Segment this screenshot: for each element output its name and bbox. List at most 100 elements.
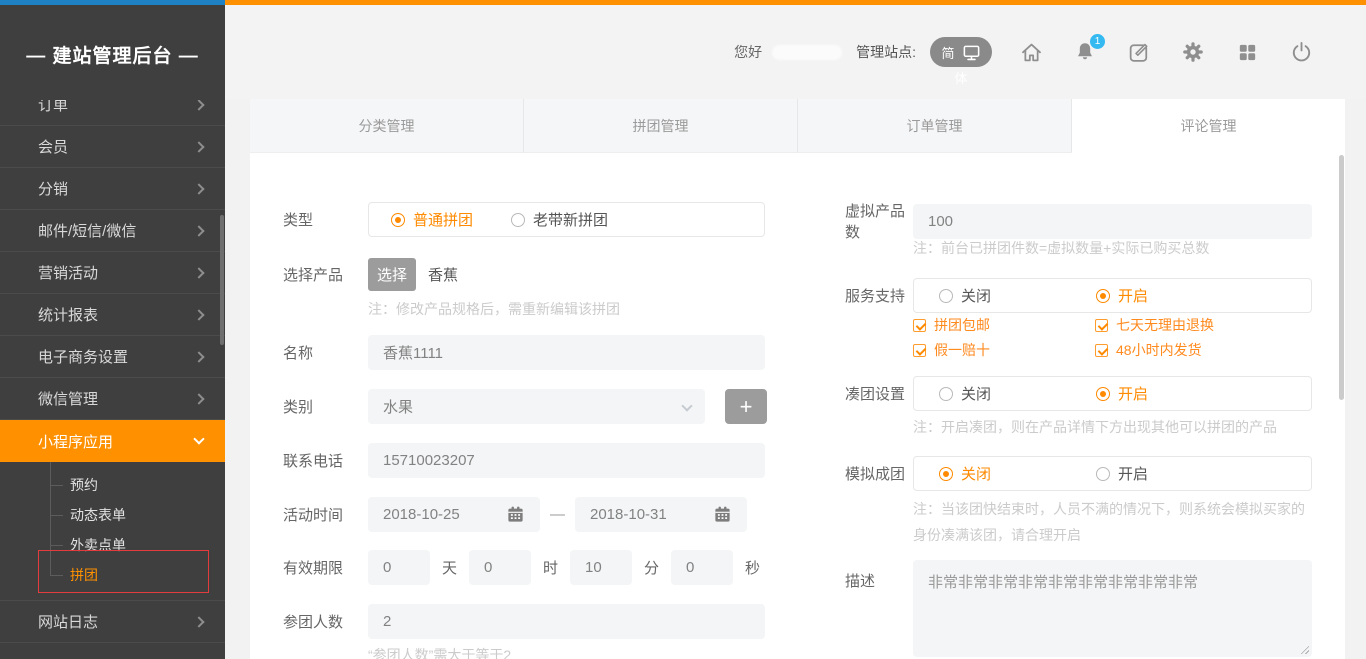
radio-off-icon — [1096, 467, 1110, 481]
tab-order-management[interactable]: 订单管理 — [798, 99, 1072, 153]
submenu-item-takeout-order[interactable]: 外卖点单 — [0, 530, 225, 560]
type-radio-group: 普通拼团 老带新拼团 — [368, 202, 765, 237]
duration-minutes-input[interactable]: 10 — [570, 550, 632, 585]
radio-service-on[interactable]: 开启 — [1096, 285, 1148, 306]
days-unit: 天 — [442, 557, 457, 578]
gather-radio-group: 关闭 开启 — [913, 376, 1312, 411]
language-switcher[interactable]: 简 体 — [930, 37, 992, 67]
sidebar-menu: 订单 会员 分销 邮件/短信/微信 营销活动 统计报表 — [0, 100, 225, 659]
gear-icon — [1181, 40, 1205, 64]
radio-service-off[interactable]: 关闭 — [939, 285, 991, 306]
header-icons: 1 — [1018, 39, 1314, 65]
virtual-label: 虚拟产品数 — [845, 200, 913, 242]
notifications-button[interactable]: 1 — [1072, 39, 1098, 65]
checkbox-checked-icon — [913, 319, 926, 332]
radio-on-icon — [939, 467, 953, 481]
logout-button[interactable] — [1288, 39, 1314, 65]
checkbox-free-shipping[interactable]: 拼团包邮 — [913, 315, 990, 335]
notification-badge: 1 — [1090, 34, 1105, 49]
main-panel: 分类管理 拼团管理 订单管理 评论管理 类型 普通拼团 老带新拼团 选择产品 选… — [250, 99, 1345, 659]
sidebar-item-ecommerce-settings[interactable]: 电子商务设置 — [0, 336, 225, 378]
tab-category-management[interactable]: 分类管理 — [250, 99, 524, 153]
edit-button[interactable] — [1126, 39, 1152, 65]
checkbox-48h-shipping[interactable]: 48小时内发货 — [1095, 340, 1202, 360]
tab-groupbuy-management[interactable]: 拼团管理 — [524, 99, 798, 153]
sidebar-item-site-log[interactable]: 网站日志 — [0, 601, 225, 643]
top-header: 您好 管理站点: 简 体 1 — [225, 5, 1366, 99]
type-row: 类型 普通拼团 老带新拼团 — [283, 202, 765, 237]
chevron-down-icon — [193, 433, 204, 444]
username-redacted — [772, 45, 842, 60]
tab-bar: 分类管理 拼团管理 订单管理 评论管理 — [250, 99, 1345, 153]
sidebar-scrollbar[interactable] — [220, 215, 224, 345]
gather-note: 注：开启凑团，则在产品详情下方出现其他可以拼团的产品 — [913, 417, 1277, 437]
select-product-button[interactable]: 选择 — [368, 258, 416, 291]
radio-gather-off[interactable]: 关闭 — [939, 383, 991, 404]
submenu-item-booking[interactable]: 预约 — [0, 470, 225, 500]
people-row: 参团人数 2 — [283, 604, 765, 639]
duration-label: 有效期限 — [283, 557, 368, 578]
submenu-item-dynamic-form[interactable]: 动态表单 — [0, 500, 225, 530]
phone-input[interactable]: 15710023207 — [368, 443, 765, 478]
radio-simulate-off[interactable]: 关闭 — [939, 463, 991, 484]
grid-icon — [1236, 41, 1259, 64]
type-label: 类型 — [283, 209, 368, 230]
chevron-right-icon — [193, 183, 204, 194]
date-separator: — — [550, 506, 565, 523]
sidebar-item-orders[interactable]: 订单 — [0, 100, 225, 126]
product-note: 注：修改产品规格后，需重新编辑该拼团 — [368, 299, 620, 319]
name-input[interactable]: 香蕉1111 — [368, 335, 765, 370]
sidebar-item-mail-sms-wechat[interactable]: 邮件/短信/微信 — [0, 210, 225, 252]
checkbox-fake-one-pay-ten[interactable]: 假一赔十 — [913, 340, 990, 360]
people-input[interactable]: 2 — [368, 604, 765, 639]
simulate-row: 模拟成团 关闭 开启 — [845, 456, 1312, 491]
chevron-right-icon — [193, 267, 204, 278]
manage-site-label: 管理站点: — [856, 42, 916, 62]
chevron-right-icon — [193, 351, 204, 362]
description-row: 描述 非常非常非常非常非常非常非常非常非常 — [845, 560, 1312, 657]
category-row: 类别 水果 + — [283, 389, 767, 424]
chevron-down-icon — [681, 400, 692, 411]
calendar-icon — [713, 505, 732, 524]
radio-on-icon — [1096, 387, 1110, 401]
description-textarea[interactable]: 非常非常非常非常非常非常非常非常非常 — [913, 560, 1312, 657]
simulate-radio-group: 关闭 开启 — [913, 456, 1312, 491]
name-row: 名称 香蕉1111 — [283, 335, 765, 370]
sidebar-item-reports[interactable]: 统计报表 — [0, 294, 225, 336]
radio-normal-groupbuy[interactable]: 普通拼团 — [391, 209, 473, 230]
end-date-input[interactable]: 2018-10-31 — [575, 497, 747, 532]
apps-button[interactable] — [1234, 39, 1260, 65]
sidebar-item-marketing[interactable]: 营销活动 — [0, 252, 225, 294]
miniprogram-submenu: 预约 动态表单 外卖点单 拼团 — [0, 462, 225, 601]
category-select[interactable]: 水果 — [368, 389, 705, 424]
radio-old-new-groupbuy[interactable]: 老带新拼团 — [511, 209, 608, 230]
sidebar-item-wechat-management[interactable]: 微信管理 — [0, 378, 225, 420]
duration-seconds-input[interactable]: 0 — [671, 550, 733, 585]
phone-label: 联系电话 — [283, 450, 368, 471]
checkbox-7day-return[interactable]: 七天无理由退换 — [1095, 315, 1214, 335]
service-checkbox-row-2: 假一赔十 48小时内发货 — [913, 340, 1202, 360]
virtual-input[interactable]: 100 — [913, 204, 1312, 239]
sidebar-item-members[interactable]: 会员 — [0, 126, 225, 168]
start-date-input[interactable]: 2018-10-25 — [368, 497, 540, 532]
radio-simulate-on[interactable]: 开启 — [1096, 463, 1148, 484]
radio-off-icon — [939, 289, 953, 303]
sidebar-item-distribution[interactable]: 分销 — [0, 168, 225, 210]
product-value: 香蕉 — [428, 264, 458, 285]
tab-review-management[interactable]: 评论管理 — [1072, 99, 1345, 153]
home-button[interactable] — [1018, 39, 1044, 65]
duration-hours-input[interactable]: 0 — [469, 550, 531, 585]
panel-scrollbar[interactable] — [1339, 155, 1344, 400]
settings-button[interactable] — [1180, 39, 1206, 65]
submenu-item-group-buy[interactable]: 拼团 — [0, 560, 225, 590]
sidebar-item-miniprogram-apps[interactable]: 小程序应用 — [0, 420, 225, 462]
phone-row: 联系电话 15710023207 — [283, 443, 765, 478]
service-radio-group: 关闭 开启 — [913, 278, 1312, 313]
checkbox-checked-icon — [1095, 344, 1108, 357]
duration-days-input[interactable]: 0 — [368, 550, 430, 585]
add-category-button[interactable]: + — [725, 389, 767, 424]
edit-icon — [1127, 40, 1152, 65]
service-label: 服务支持 — [845, 285, 913, 306]
gather-label: 凑团设置 — [845, 383, 913, 404]
radio-gather-on[interactable]: 开启 — [1096, 383, 1148, 404]
